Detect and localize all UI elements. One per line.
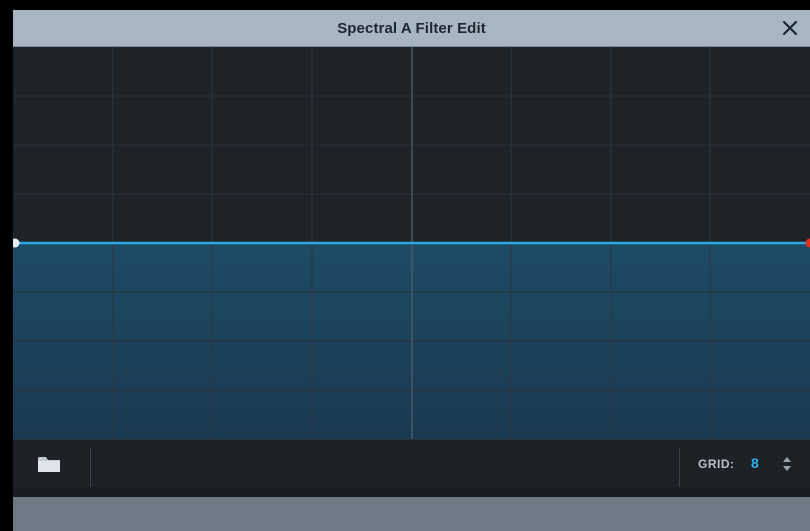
grid-label: GRID:	[698, 457, 735, 471]
folder-icon	[38, 457, 60, 472]
filter-curve-editor[interactable]	[13, 47, 810, 439]
up-down-arrows-icon	[783, 457, 791, 471]
close-button[interactable]	[776, 14, 804, 42]
open-folder-button[interactable]	[35, 452, 65, 476]
close-icon	[782, 20, 798, 36]
grid-stepper[interactable]	[781, 453, 793, 475]
bottom-toolbar: GRID: 8	[13, 439, 810, 504]
filter-edit-window: Spectral A Filter Edit GRID: 8	[13, 10, 810, 531]
grid-value[interactable]: 8	[751, 455, 759, 471]
window-title: Spectral A Filter Edit	[337, 20, 486, 37]
window-footer	[13, 487, 810, 531]
footer-strip	[13, 497, 810, 531]
title-bar[interactable]: Spectral A Filter Edit	[13, 10, 810, 47]
